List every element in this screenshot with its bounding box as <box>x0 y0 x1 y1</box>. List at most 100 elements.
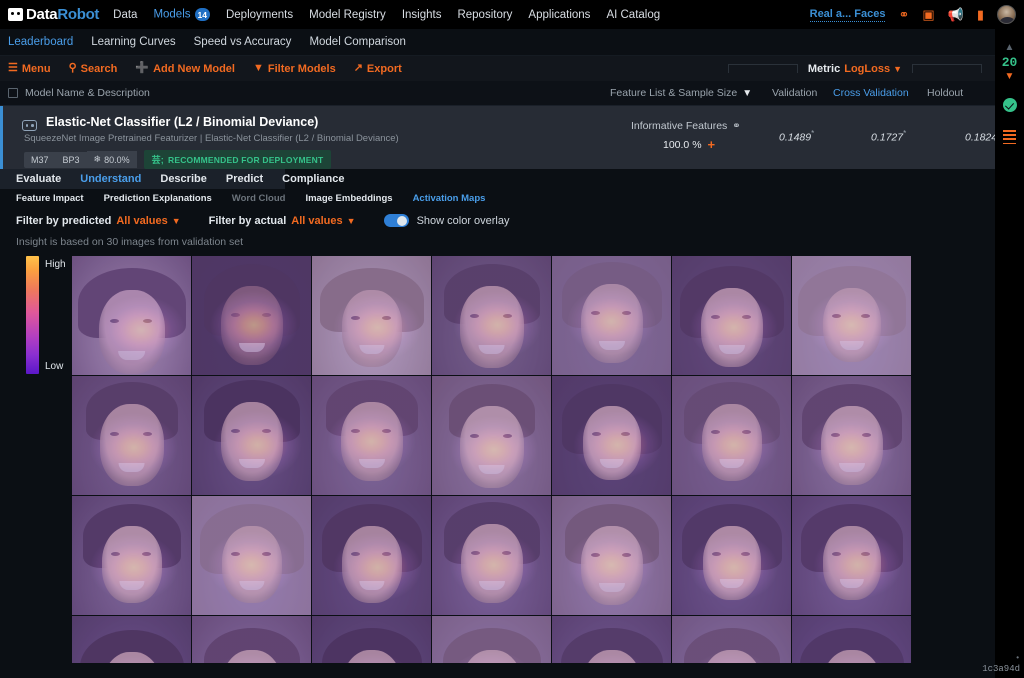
menu-button[interactable]: ☰ Menu <box>8 63 51 75</box>
activation-map-cell[interactable] <box>552 496 671 615</box>
list-icon[interactable] <box>1003 130 1016 147</box>
tab-describe[interactable]: Describe <box>160 173 206 185</box>
column-cross-validation[interactable]: Cross Validation <box>833 87 909 99</box>
activation-map-cell[interactable] <box>72 616 191 663</box>
tab-learning-curves[interactable]: Learning Curves <box>91 36 175 48</box>
tab-understand[interactable]: Understand <box>80 173 141 185</box>
activation-heatmap-overlay <box>672 496 791 615</box>
activation-map-cell[interactable] <box>192 496 311 615</box>
datarobot-app: DataRobot Data Models14 Deployments Mode… <box>0 0 1024 678</box>
activation-map-cell[interactable] <box>432 256 551 375</box>
activation-map-cell[interactable] <box>552 256 671 375</box>
folder-icon[interactable]: ▮ <box>977 8 984 21</box>
nav-item-ai-catalog[interactable]: AI Catalog <box>606 9 660 21</box>
activation-map-cell[interactable] <box>672 256 791 375</box>
activation-map-cell[interactable] <box>672 616 791 663</box>
nav-item-deployments[interactable]: Deployments <box>226 9 293 21</box>
activation-map-cell[interactable] <box>552 376 671 495</box>
activation-map-cell[interactable] <box>432 616 551 663</box>
nav-item-data[interactable]: Data <box>113 9 137 21</box>
activation-map-cell[interactable] <box>192 376 311 495</box>
filter-predicted-label: Filter by predicted <box>16 215 111 227</box>
activation-map-cell[interactable] <box>312 376 431 495</box>
activation-maps-grid <box>72 256 980 663</box>
activation-map-cell[interactable] <box>792 616 911 663</box>
filter-predicted-value[interactable]: All values <box>116 215 167 227</box>
tab-predict[interactable]: Predict <box>226 173 263 185</box>
heatmap-legend: High Low <box>26 256 72 374</box>
activation-map-cell[interactable] <box>672 496 791 615</box>
activation-map-cell[interactable] <box>312 496 431 615</box>
watermark-tick: • <box>982 654 1020 664</box>
filter-by-actual[interactable]: Filter by actual All values ▼ <box>209 215 356 227</box>
filter-by-predicted[interactable]: Filter by predicted All values ▼ <box>16 215 181 227</box>
metric-value[interactable]: LogLoss <box>844 63 890 75</box>
metric-selector[interactable]: Metric LogLoss ▼ <box>728 56 982 81</box>
activation-heatmap-overlay <box>792 616 911 663</box>
export-button[interactable]: ↗ Export <box>354 63 402 75</box>
activation-map-cell[interactable] <box>192 616 311 663</box>
activation-map-cell[interactable] <box>312 616 431 663</box>
project-name-label[interactable]: Real a... Faces <box>810 8 886 22</box>
share-icon[interactable]: ⚭ <box>898 8 909 21</box>
activation-map-cell[interactable] <box>312 256 431 375</box>
face-image <box>552 256 671 375</box>
activation-map-cell[interactable] <box>792 496 911 615</box>
datarobot-logo[interactable]: DataRobot <box>8 6 99 23</box>
activation-map-cell[interactable] <box>432 496 551 615</box>
tab-speed-vs-accuracy[interactable]: Speed vs Accuracy <box>194 36 292 48</box>
tab-model-comparison[interactable]: Model Comparison <box>309 36 406 48</box>
activation-map-cell[interactable] <box>552 616 671 663</box>
select-all-checkbox[interactable] <box>8 88 18 98</box>
tab-leaderboard[interactable]: Leaderboard <box>8 36 73 48</box>
user-avatar[interactable] <box>997 5 1016 24</box>
funnel-icon: ▼ <box>253 63 264 74</box>
column-validation[interactable]: Validation <box>772 87 817 99</box>
nav-item-insights[interactable]: Insights <box>402 9 442 21</box>
check-circle-icon[interactable] <box>1003 98 1017 112</box>
search-button[interactable]: ⚲ Search <box>69 63 118 75</box>
trophy-icon: 芸; <box>152 153 164 166</box>
column-holdout[interactable]: Holdout <box>927 87 963 99</box>
nav-item-models[interactable]: Models14 <box>153 8 210 21</box>
search-label: Search <box>81 63 118 75</box>
leaderboard-toolbar: ☰ Menu ⚲ Search ➕ Add New Model ▼ Filter… <box>0 56 1024 81</box>
funnel-icon[interactable]: ▼ <box>742 88 752 99</box>
subtab-prediction-explanations[interactable]: Prediction Explanations <box>104 193 212 204</box>
nav-item-applications[interactable]: Applications <box>528 9 590 21</box>
show-color-overlay-toggle[interactable] <box>384 214 409 227</box>
activation-map-cell[interactable] <box>192 256 311 375</box>
tab-compliance[interactable]: Compliance <box>282 173 344 185</box>
face-image <box>72 616 191 663</box>
face-image <box>432 496 551 615</box>
plus-icon[interactable]: + <box>708 138 716 151</box>
megaphone-icon[interactable]: 📢 <box>948 8 964 21</box>
subtab-feature-impact[interactable]: Feature Impact <box>16 193 84 204</box>
nav-item-repository[interactable]: Repository <box>457 9 512 21</box>
filter-models-button[interactable]: ▼ Filter Models <box>253 63 336 75</box>
activation-map-cell[interactable] <box>792 376 911 495</box>
activation-map-cell[interactable] <box>432 376 551 495</box>
filter-actual-value[interactable]: All values <box>291 215 342 227</box>
subtab-image-embeddings[interactable]: Image Embeddings <box>305 193 392 204</box>
leaderboard-model-row[interactable]: Elastic-Net Classifier (L2 / Binomial De… <box>0 106 1024 169</box>
tab-evaluate[interactable]: Evaluate <box>16 173 61 185</box>
chevron-up-icon[interactable]: ▲ <box>1005 43 1015 53</box>
activation-heatmap-overlay <box>672 616 791 663</box>
notebook-icon[interactable]: ▣ <box>922 8 934 21</box>
activation-map-cell[interactable] <box>672 376 791 495</box>
activation-map-cell[interactable] <box>72 496 191 615</box>
activation-map-cell[interactable] <box>72 256 191 375</box>
chevron-down-icon[interactable]: ▼ <box>1005 72 1015 82</box>
activation-maps-grid-area: High Low <box>0 251 1024 663</box>
filter-actual-label: Filter by actual <box>209 215 287 227</box>
nav-item-model-registry[interactable]: Model Registry <box>309 9 386 21</box>
leaderboard-tabs: Leaderboard Learning Curves Speed vs Acc… <box>0 29 1024 56</box>
activation-map-cell[interactable] <box>72 376 191 495</box>
activation-map-cell[interactable] <box>792 256 911 375</box>
subtab-activation-maps[interactable]: Activation Maps <box>413 193 486 204</box>
activation-heatmap-overlay <box>792 376 911 495</box>
add-new-model-button[interactable]: ➕ Add New Model <box>135 63 235 75</box>
score-validation: 0.1489* <box>779 129 814 144</box>
right-rail: ▲ 20 ▼ <box>995 29 1024 678</box>
